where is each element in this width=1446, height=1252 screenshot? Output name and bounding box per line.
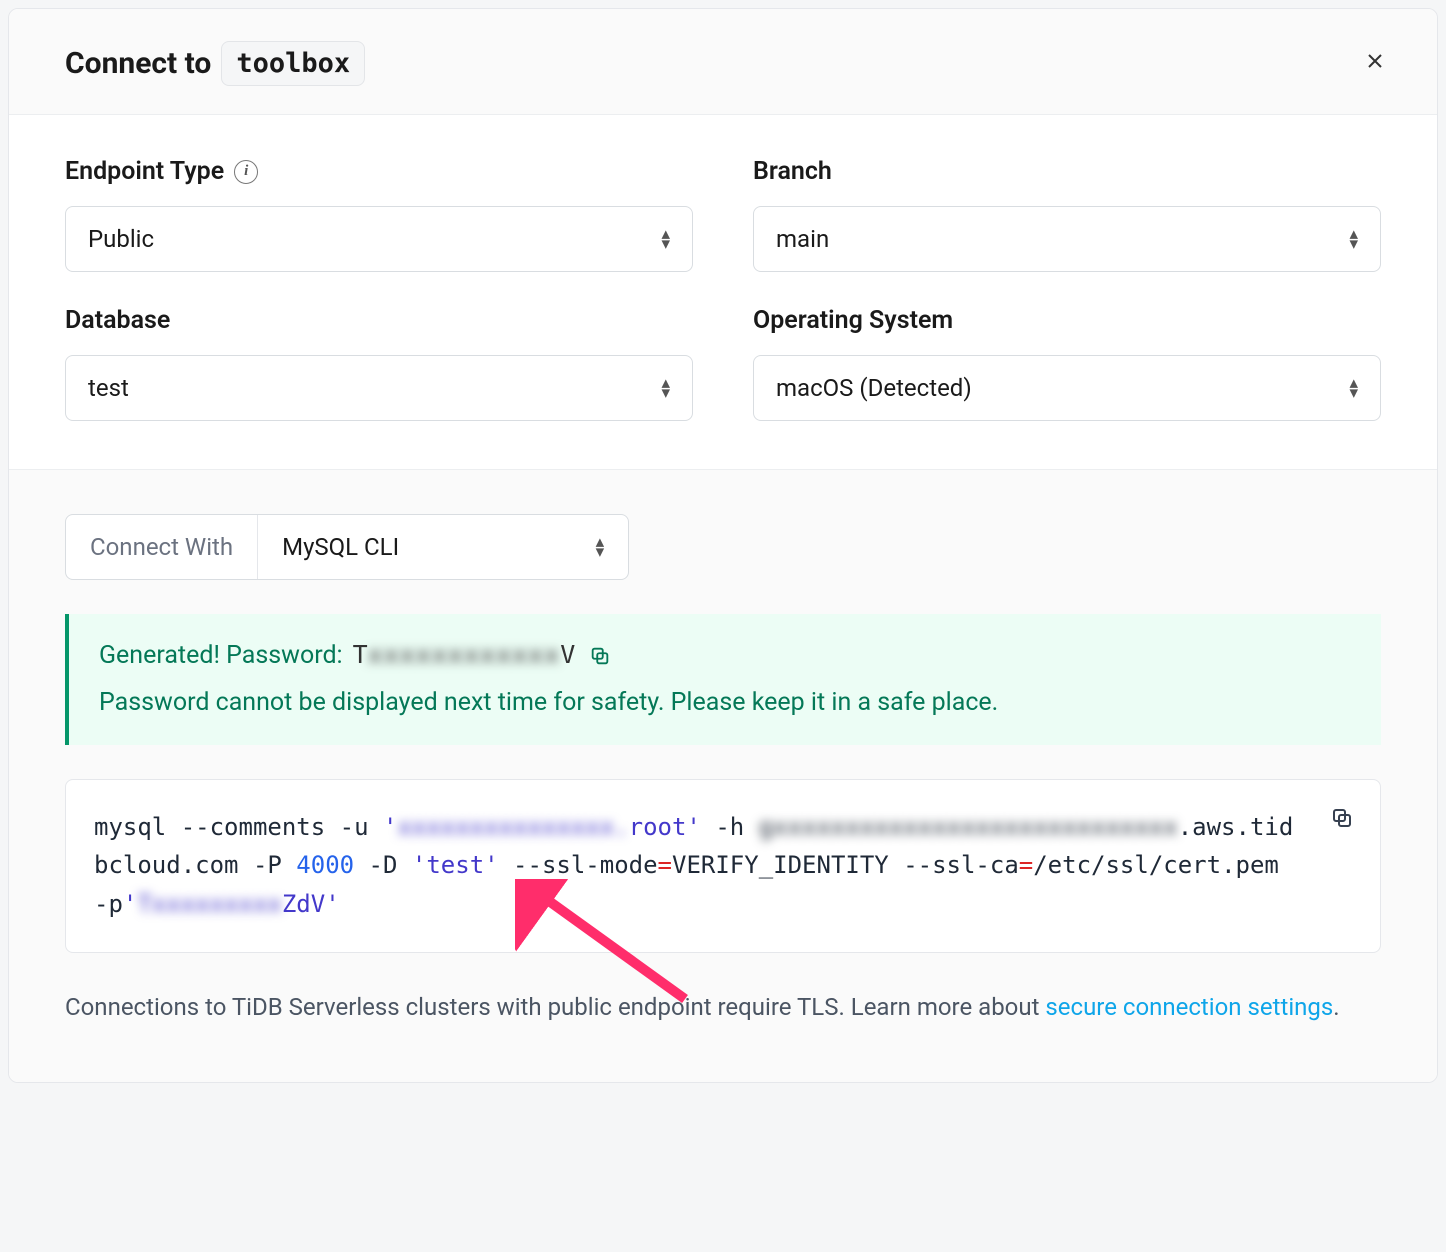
annotation-arrow-icon [515, 879, 715, 1009]
operating-system-field: Operating System macOS (Detected) ▴▾ [753, 306, 1381, 421]
chevron-updown-icon: ▴▾ [1349, 378, 1358, 398]
port-number: 4000 [296, 851, 354, 879]
password-masked: xxxxxxxxxxxx [368, 636, 561, 675]
endpoint-type-select[interactable]: Public ▴▾ [65, 206, 693, 272]
connect-modal: Connect to toolbox Endpoint Type i Publi… [8, 8, 1438, 1083]
select-value: macOS (Detected) [776, 374, 972, 402]
modal-header: Connect to toolbox [9, 9, 1437, 115]
alert-password-line: Generated! Password: TxxxxxxxxxxxxV [99, 636, 1351, 676]
alert-generated-label: Generated! Password: [99, 637, 343, 676]
title-cluster-chip: toolbox [221, 41, 365, 86]
database-select[interactable]: test ▴▾ [65, 355, 693, 421]
database-label: Database [65, 306, 693, 335]
select-value: MySQL CLI [282, 533, 399, 561]
select-value: test [88, 374, 129, 402]
select-value: Public [88, 225, 154, 253]
masked-password: Txxxxxxxxx [137, 890, 282, 918]
copy-icon [1330, 806, 1354, 830]
endpoint-type-field: Endpoint Type i Public ▴▾ [65, 157, 693, 272]
chevron-updown-icon: ▴▾ [661, 378, 670, 398]
connect-with-label: Connect With [66, 515, 258, 579]
password-suffix: V [560, 640, 575, 669]
tls-footer-note: Connections to TiDB Serverless clusters … [65, 989, 1381, 1026]
database-field: Database test ▴▾ [65, 306, 693, 421]
masked-host: gxxxxxxxxxxxxxxxxxxxxxxxxxxxx [759, 813, 1178, 841]
chevron-updown-icon: ▴▾ [661, 229, 670, 249]
operating-system-label: Operating System [753, 306, 1381, 335]
close-button[interactable] [1357, 43, 1393, 84]
branch-field: Branch main ▴▾ [753, 157, 1381, 272]
info-icon[interactable]: i [234, 160, 258, 184]
branch-label: Branch [753, 157, 1381, 186]
connect-with-select[interactable]: Connect With MySQL CLI ▴▾ [65, 514, 629, 580]
modal-title: Connect to toolbox [65, 41, 365, 86]
chevron-updown-icon: ▴▾ [596, 537, 605, 557]
secure-connection-settings-link[interactable]: secure connection settings [1045, 993, 1333, 1021]
form-section: Endpoint Type i Public ▴▾ Branch main ▴▾… [9, 115, 1437, 469]
close-icon [1363, 49, 1387, 73]
password-prefix: T [353, 640, 368, 669]
copy-icon [589, 645, 611, 667]
copy-connection-string-button[interactable] [1326, 802, 1358, 837]
copy-password-button[interactable] [585, 641, 615, 671]
connection-string-code: mysql --comments -u 'xxxxxxxxxxxxxxx.roo… [65, 779, 1381, 954]
operating-system-select[interactable]: macOS (Detected) ▴▾ [753, 355, 1381, 421]
chevron-updown-icon: ▴▾ [1349, 229, 1358, 249]
field-label-text: Endpoint Type [65, 157, 224, 186]
title-prefix: Connect to [65, 46, 211, 81]
alert-note: Password cannot be displayed next time f… [99, 684, 1351, 723]
masked-user: xxxxxxxxxxxxxxx. [397, 813, 628, 841]
password-generated-alert: Generated! Password: TxxxxxxxxxxxxV Pass… [65, 614, 1381, 745]
select-value: main [776, 225, 829, 253]
branch-select[interactable]: main ▴▾ [753, 206, 1381, 272]
connection-output-section: Connect With MySQL CLI ▴▾ Generated! Pas… [9, 469, 1437, 1082]
connect-with-value: MySQL CLI ▴▾ [258, 515, 628, 579]
endpoint-type-label: Endpoint Type i [65, 157, 693, 186]
